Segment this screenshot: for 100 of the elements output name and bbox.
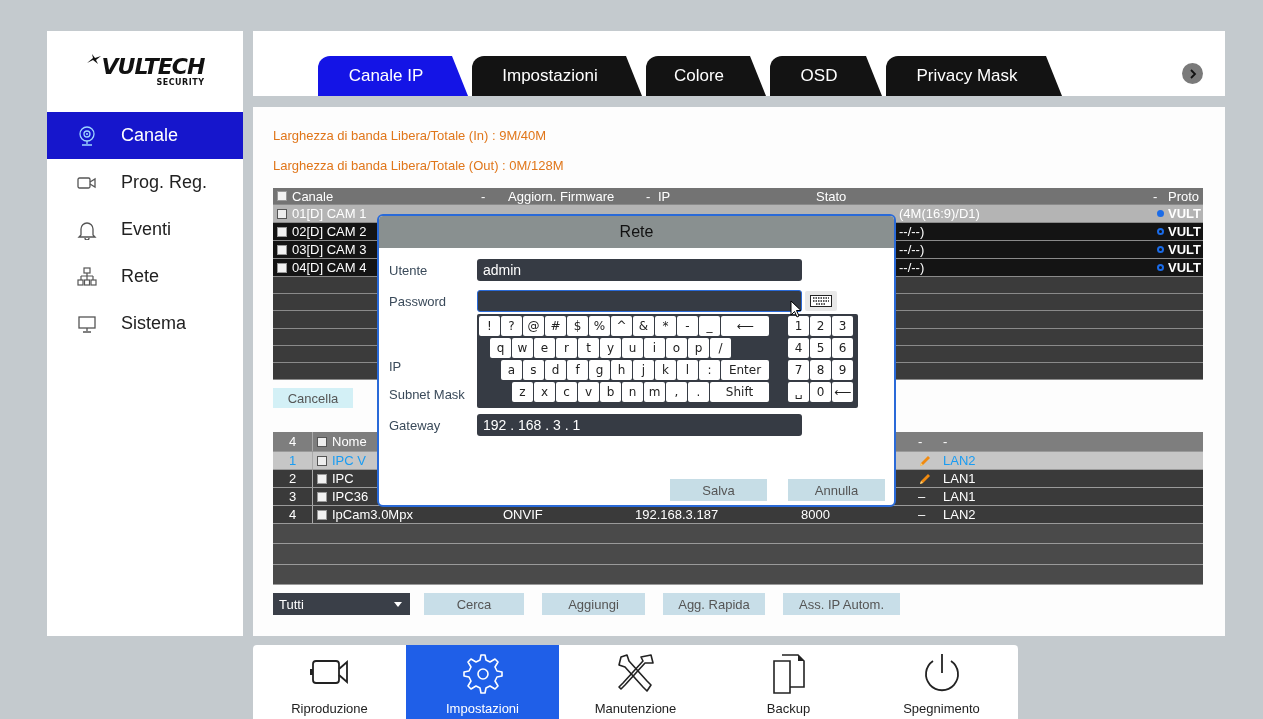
filter-dropdown[interactable]: Tutti bbox=[273, 593, 410, 615]
dialog-title: Rete bbox=[619, 223, 654, 241]
sidebar-item[interactable]: Rete bbox=[47, 253, 243, 300]
key[interactable]: l bbox=[677, 360, 698, 380]
key[interactable]: Enter bbox=[721, 360, 769, 380]
dialog-button[interactable]: Annulla bbox=[788, 479, 885, 501]
key[interactable]: 9 bbox=[832, 360, 853, 380]
key[interactable]: j bbox=[633, 360, 654, 380]
key[interactable]: e bbox=[534, 338, 555, 358]
key[interactable]: a bbox=[501, 360, 522, 380]
tab[interactable]: Colore bbox=[646, 56, 766, 96]
key[interactable]: ⟵ bbox=[721, 316, 769, 336]
key[interactable]: h bbox=[611, 360, 632, 380]
checkbox[interactable] bbox=[277, 262, 287, 273]
tab[interactable]: Impostazioni bbox=[472, 56, 642, 96]
key[interactable]: 5 bbox=[810, 338, 831, 358]
key[interactable]: 2 bbox=[810, 316, 831, 336]
key[interactable]: 7 bbox=[788, 360, 809, 380]
checkbox[interactable] bbox=[317, 509, 327, 520]
input-field[interactable] bbox=[477, 290, 802, 312]
delete-button[interactable]: Cancella bbox=[273, 388, 353, 408]
key[interactable]: 8 bbox=[810, 360, 831, 380]
key[interactable]: z bbox=[512, 382, 533, 402]
checkbox[interactable] bbox=[317, 491, 327, 502]
key[interactable]: ␣ bbox=[788, 382, 809, 402]
table-cell: 192.168.3.187 bbox=[635, 507, 719, 522]
key[interactable]: / bbox=[710, 338, 731, 358]
keyboard-button[interactable] bbox=[805, 291, 837, 311]
checkbox[interactable] bbox=[277, 208, 287, 219]
action-button[interactable]: Cerca bbox=[424, 593, 524, 615]
key[interactable]: 4 bbox=[788, 338, 809, 358]
key[interactable]: Shift bbox=[710, 382, 769, 402]
key[interactable]: ? bbox=[501, 316, 522, 336]
key[interactable]: k bbox=[655, 360, 676, 380]
dock-item[interactable]: Spegnimento bbox=[865, 645, 1018, 719]
input-field[interactable]: 192 . 168 . 3 . 1 bbox=[477, 414, 802, 436]
key[interactable]: & bbox=[633, 316, 654, 336]
key[interactable]: w bbox=[512, 338, 533, 358]
sidebar-item[interactable]: Sistema bbox=[47, 300, 243, 347]
key[interactable]: @ bbox=[523, 316, 544, 336]
dock-item[interactable]: Impostazioni bbox=[406, 645, 559, 719]
key[interactable]: y bbox=[600, 338, 621, 358]
action-button[interactable]: Ass. IP Autom. bbox=[783, 593, 900, 615]
tab[interactable]: OSD bbox=[770, 56, 882, 96]
sidebar-item[interactable]: Prog. Reg. bbox=[47, 159, 243, 206]
key[interactable]: : bbox=[699, 360, 720, 380]
key[interactable]: b bbox=[600, 382, 621, 402]
action-button[interactable]: Agg. Rapida bbox=[663, 593, 765, 615]
key[interactable]: s bbox=[523, 360, 544, 380]
checkbox[interactable] bbox=[277, 191, 287, 201]
checkbox[interactable] bbox=[277, 244, 287, 255]
key[interactable]: - bbox=[677, 316, 698, 336]
dock-item[interactable]: Manutenzione bbox=[559, 645, 712, 719]
table-cell: 01[D] CAM 1 bbox=[292, 206, 367, 221]
tab[interactable]: Privacy Mask bbox=[886, 56, 1062, 96]
sidebar-item[interactable]: Eventi bbox=[47, 206, 243, 253]
key[interactable]: t bbox=[578, 338, 599, 358]
key[interactable]: ^ bbox=[611, 316, 632, 336]
key[interactable]: , bbox=[666, 382, 687, 402]
key[interactable]: _ bbox=[699, 316, 720, 336]
checkbox[interactable] bbox=[277, 226, 287, 237]
key[interactable]: q bbox=[490, 338, 511, 358]
table-cell: 4 bbox=[288, 507, 297, 522]
key[interactable]: c bbox=[556, 382, 577, 402]
dock-item[interactable]: Backup bbox=[712, 645, 865, 719]
action-button[interactable]: Aggiungi bbox=[542, 593, 645, 615]
key[interactable]: o bbox=[666, 338, 687, 358]
key[interactable]: 1 bbox=[788, 316, 809, 336]
key[interactable]: v bbox=[578, 382, 599, 402]
key[interactable]: g bbox=[589, 360, 610, 380]
checkbox[interactable] bbox=[317, 455, 327, 466]
key[interactable]: . bbox=[688, 382, 709, 402]
key[interactable]: 6 bbox=[832, 338, 853, 358]
dock-item[interactable]: Riproduzione bbox=[253, 645, 406, 719]
key[interactable]: r bbox=[556, 338, 577, 358]
table-row[interactable]: 4 IpCam3.0Mpx ONVIF 192.168.3.187 8000 – LAN2 bbox=[273, 506, 1203, 524]
key[interactable]: p bbox=[688, 338, 709, 358]
key[interactable]: u bbox=[622, 338, 643, 358]
next-button[interactable] bbox=[1182, 63, 1203, 84]
key[interactable]: d bbox=[545, 360, 566, 380]
field-label: Password bbox=[389, 293, 448, 309]
key[interactable]: i bbox=[644, 338, 665, 358]
key[interactable]: ⟵ bbox=[832, 382, 853, 402]
checkbox[interactable] bbox=[317, 436, 327, 447]
key[interactable]: 3 bbox=[832, 316, 853, 336]
key[interactable]: f bbox=[567, 360, 588, 380]
key[interactable]: % bbox=[589, 316, 610, 336]
key[interactable]: ! bbox=[479, 316, 500, 336]
key[interactable]: x bbox=[534, 382, 555, 402]
key[interactable]: 0 bbox=[810, 382, 831, 402]
dialog-button[interactable]: Salva bbox=[670, 479, 767, 501]
checkbox[interactable] bbox=[317, 473, 327, 484]
key[interactable]: n bbox=[622, 382, 643, 402]
key[interactable]: * bbox=[655, 316, 676, 336]
tab[interactable]: Canale IP bbox=[318, 56, 468, 96]
key[interactable]: $ bbox=[567, 316, 588, 336]
key[interactable]: # bbox=[545, 316, 566, 336]
sidebar-item[interactable]: Canale bbox=[47, 112, 243, 159]
key[interactable]: m bbox=[644, 382, 665, 402]
input-field[interactable]: admin bbox=[477, 259, 802, 281]
